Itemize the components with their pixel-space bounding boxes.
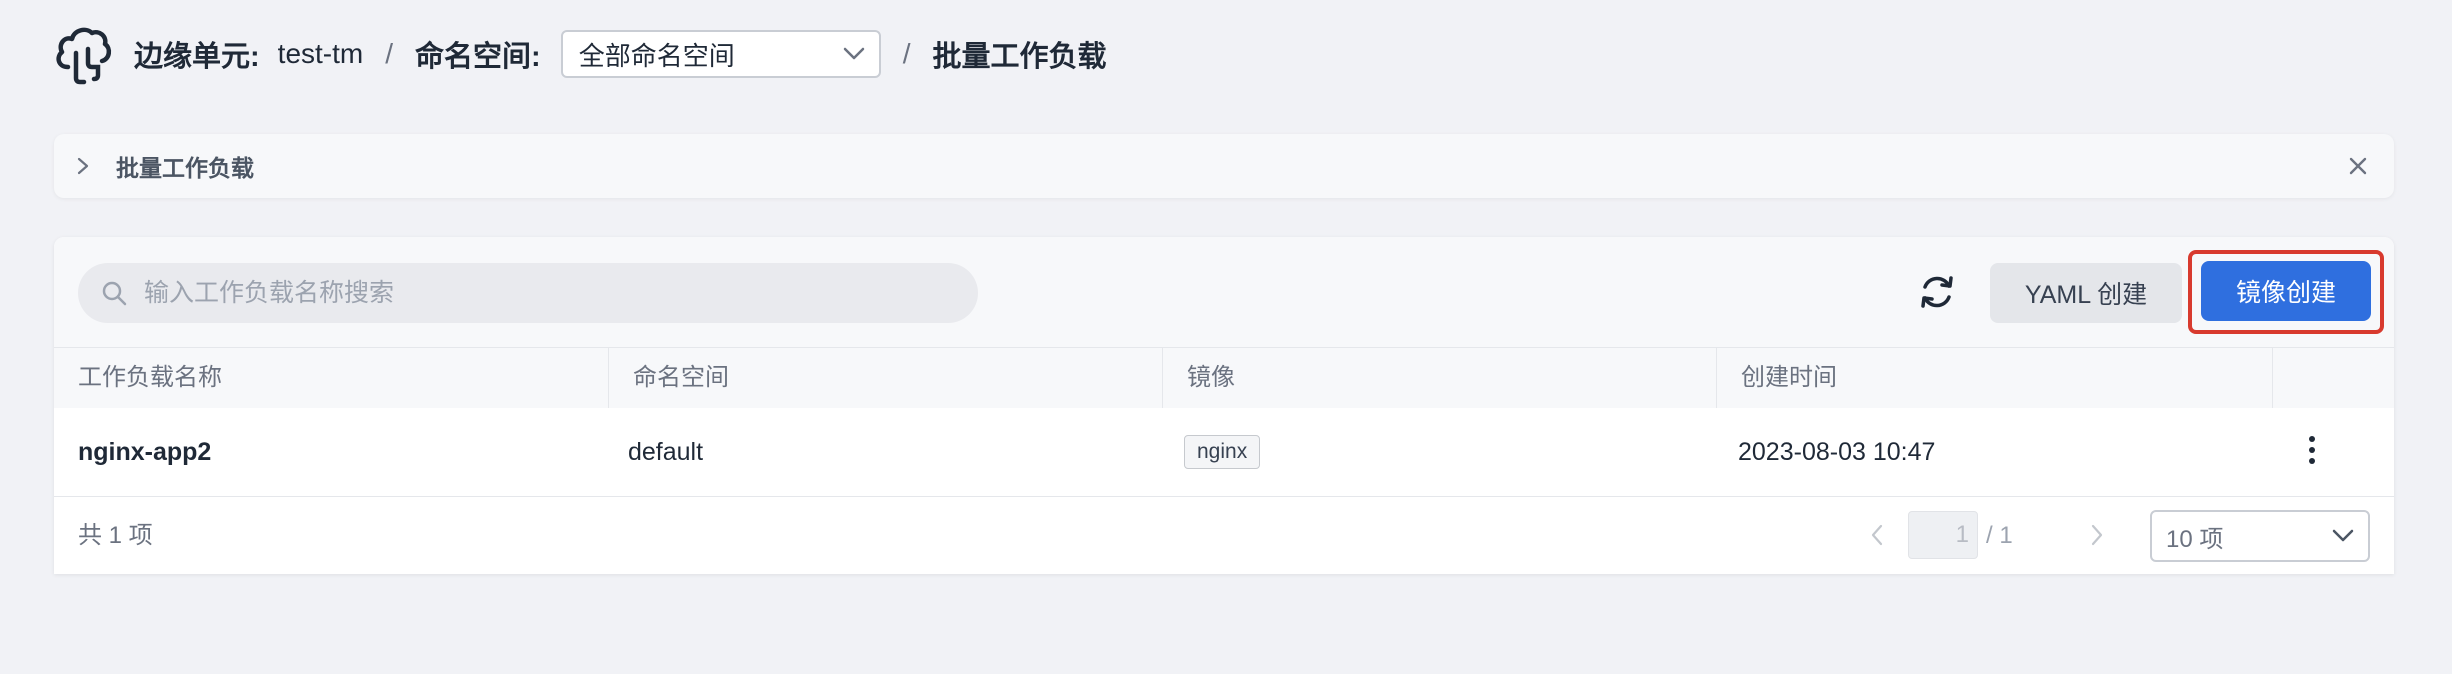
chevron-right-icon[interactable] [76, 156, 90, 176]
column-header-actions [2272, 348, 2394, 408]
table-header: 工作负载名称 命名空间 镜像 创建时间 [54, 347, 2394, 409]
chevron-down-icon [843, 47, 864, 60]
page-size-select[interactable]: 10 项 [2150, 510, 2370, 562]
search-box[interactable] [78, 263, 978, 323]
table-footer: 共 1 项 1 / 1 10 项 [54, 497, 2394, 574]
banner-title: 批量工作负载 [116, 155, 254, 181]
edge-unit-value[interactable]: test-tm [278, 38, 364, 70]
search-icon [102, 281, 127, 306]
refresh-icon[interactable] [1916, 271, 1958, 313]
column-header-name[interactable]: 工作负载名称 [54, 348, 608, 408]
more-actions-icon[interactable] [2306, 436, 2318, 468]
yaml-create-button[interactable]: YAML 创建 [1990, 263, 2182, 323]
column-header-namespace[interactable]: 命名空间 [608, 348, 1162, 408]
namespace-selected-value: 全部命名空间 [578, 40, 735, 71]
namespace-label: 命名空间: [415, 41, 541, 73]
search-input[interactable] [142, 277, 966, 309]
workload-namespace: default [628, 438, 704, 466]
table-row[interactable]: nginx-app2 default nginx 2023-08-03 10:4… [54, 408, 2394, 497]
page-header: 边缘单元: test-tm / 命名空间: 全部命名空间 / 批量工作负载 [54, 22, 1106, 86]
edge-cloud-logo-icon [56, 27, 112, 85]
close-icon[interactable] [2348, 156, 2368, 176]
workload-panel: YAML 创建 镜像创建 工作负载名称 命名空间 镜像 创建时间 nginx-a… [54, 237, 2394, 574]
column-header-created-time[interactable]: 创建时间 [1716, 348, 2272, 408]
breadcrumb-separator: / [902, 38, 911, 69]
collapsible-banner[interactable]: 批量工作负载 [54, 134, 2394, 198]
image-create-button[interactable]: 镜像创建 [2201, 261, 2371, 321]
toolbar: YAML 创建 镜像创建 [54, 237, 2394, 347]
edge-unit-label: 边缘单元: [134, 41, 260, 73]
breadcrumb-separator: / [385, 38, 394, 69]
page-number-input[interactable]: 1 [1908, 511, 1978, 559]
next-page-icon[interactable] [2090, 523, 2104, 547]
column-header-image[interactable]: 镜像 [1162, 348, 1716, 408]
page-title: 批量工作负载 [932, 41, 1107, 73]
page-size-value: 10 项 [2166, 525, 2224, 553]
created-time: 2023-08-03 10:47 [1738, 438, 1936, 466]
total-count: 共 1 项 [78, 522, 153, 549]
total-pages: / 1 [1986, 522, 2013, 549]
namespace-select[interactable]: 全部命名空间 [560, 30, 881, 78]
image-tag: nginx [1184, 435, 1261, 469]
chevron-down-icon [2332, 529, 2354, 542]
previous-page-icon[interactable] [1870, 523, 1884, 547]
workload-name-link[interactable]: nginx-app2 [78, 408, 211, 496]
